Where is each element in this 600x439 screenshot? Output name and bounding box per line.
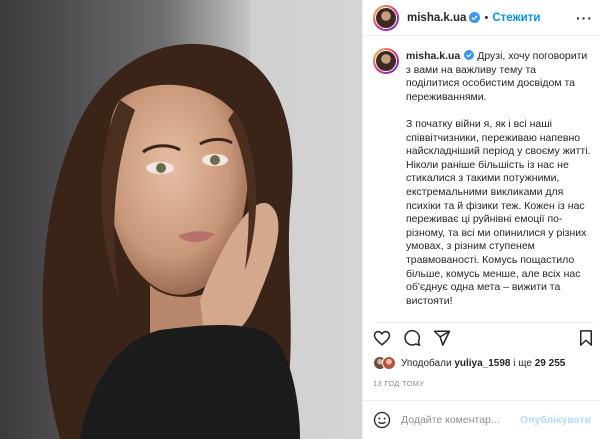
- header-username[interactable]: misha.k.ua: [407, 12, 466, 24]
- comment-input[interactable]: Додайте коментар...: [401, 414, 520, 426]
- comment-icon[interactable]: [403, 329, 421, 347]
- comment-box: Додайте коментар... Опублікувати: [363, 400, 600, 439]
- share-icon[interactable]: [433, 329, 451, 347]
- instagram-post: misha.k.ua • Стежити ··· misha.k.ua Друз…: [0, 0, 600, 439]
- emoji-icon[interactable]: [373, 411, 391, 429]
- publish-button[interactable]: Опублікувати: [520, 414, 591, 426]
- caption: misha.k.ua Друзі, хочу поговорити з вами…: [373, 48, 595, 320]
- liker-avatar: [382, 356, 396, 370]
- likes-summary[interactable]: Уподобали yuliya_1598 і ще 29 255: [373, 356, 565, 370]
- caption-paragraph: З початку війни я, як і всі наші співвіт…: [406, 117, 591, 307]
- follow-button[interactable]: Стежити: [492, 12, 540, 24]
- post-sidebar: misha.k.ua • Стежити ··· misha.k.ua Друз…: [362, 0, 600, 439]
- more-icon[interactable]: ···: [576, 10, 593, 26]
- likes-count[interactable]: 29 255: [535, 358, 566, 369]
- likes-connector: і ще: [513, 357, 532, 369]
- separator-dot: •: [484, 11, 489, 24]
- action-bar: [373, 322, 595, 348]
- post-photo[interactable]: [0, 0, 362, 439]
- avatar[interactable]: [373, 4, 399, 31]
- verified-icon: [469, 12, 481, 23]
- portrait-image: [0, 0, 362, 439]
- post-header: misha.k.ua • Стежити ···: [363, 0, 600, 36]
- caption-text: misha.k.ua Друзі, хочу поговорити з вами…: [406, 50, 592, 320]
- likes-user[interactable]: yuliya_1598: [454, 358, 510, 369]
- heart-icon[interactable]: [373, 329, 391, 347]
- caption-avatar[interactable]: [373, 48, 399, 74]
- likes-prefix: Уподобали: [401, 357, 452, 369]
- caption-username[interactable]: misha.k.ua: [406, 50, 460, 62]
- bookmark-icon[interactable]: [577, 329, 595, 347]
- verified-icon: [464, 50, 475, 60]
- post-timestamp: 13 ГОД ТОМУ: [373, 379, 425, 388]
